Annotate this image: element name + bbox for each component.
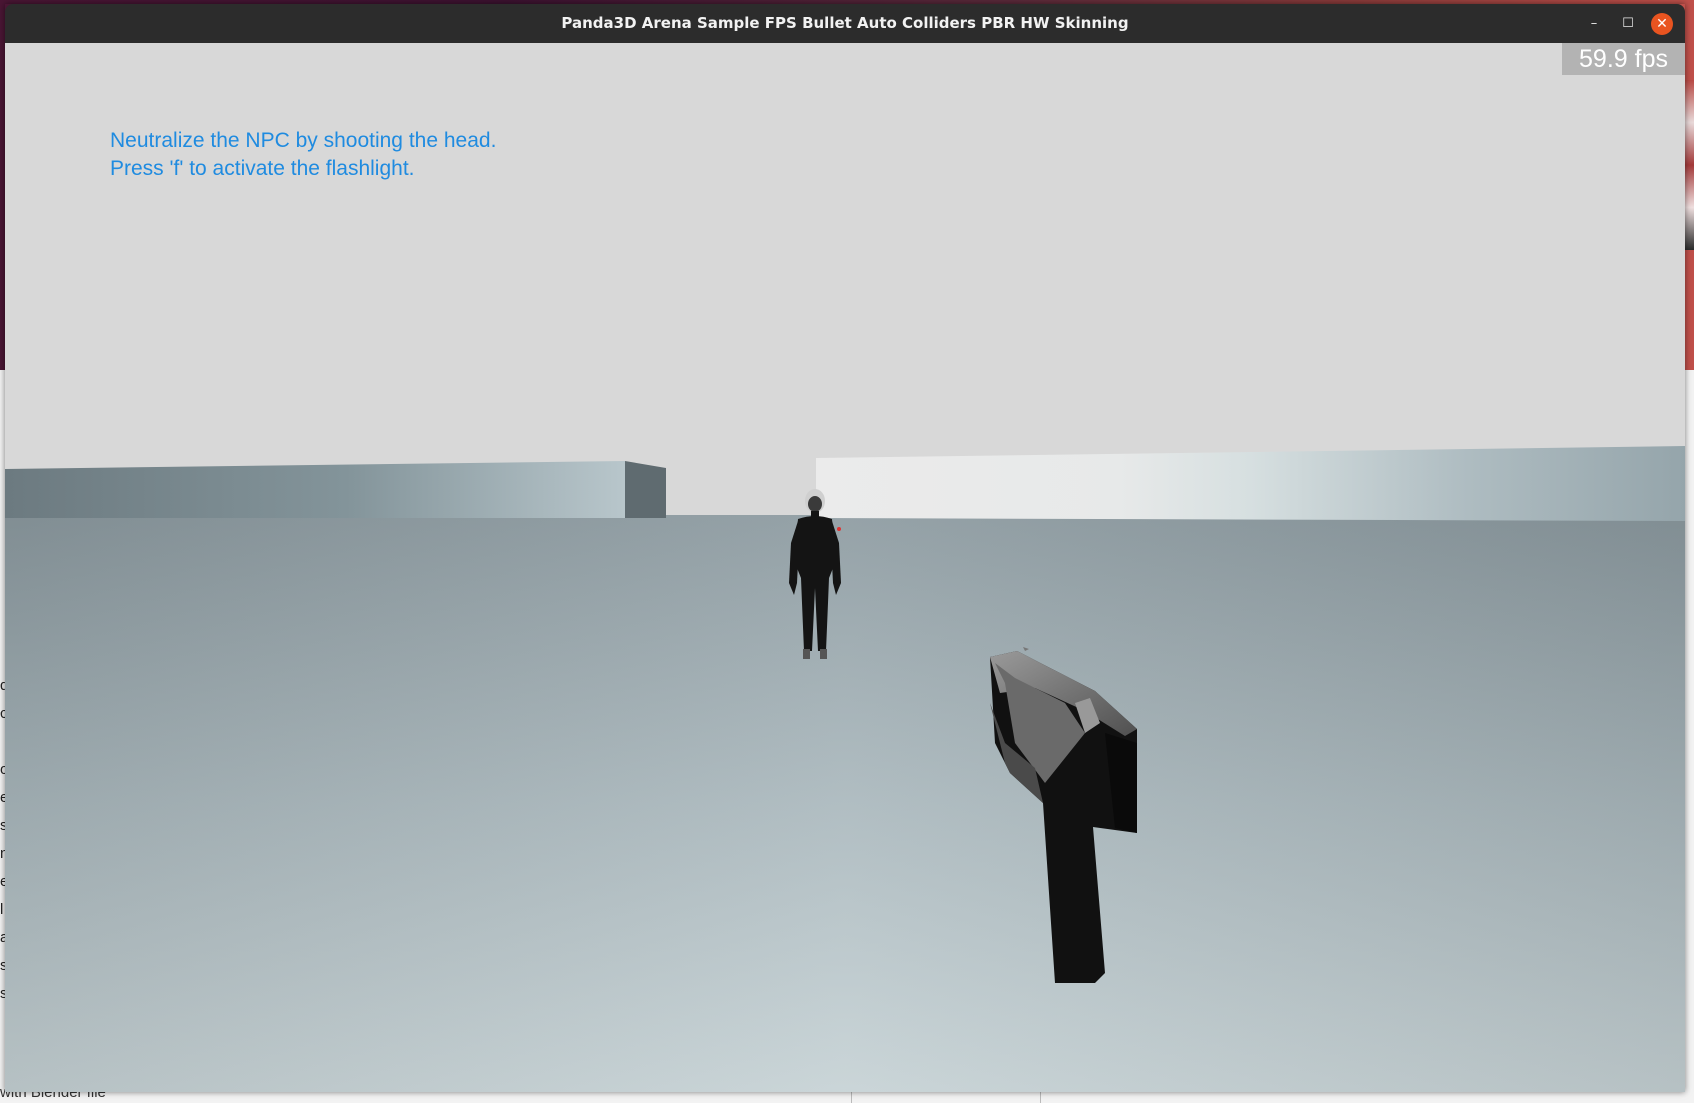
maximize-button[interactable]: ☐	[1617, 13, 1639, 35]
instruction-text-line1: Neutralize the NPC by shooting the head.	[110, 129, 497, 152]
close-button[interactable]: ✕	[1651, 13, 1673, 35]
instruction-text-line2: Press 'f' to activate the flashlight.	[110, 157, 415, 180]
right-wall	[816, 446, 1685, 521]
fps-counter: 59.9 fps	[1562, 43, 1685, 75]
game-scene	[5, 43, 1685, 1092]
background-app-strip	[1684, 80, 1694, 250]
left-wall	[5, 461, 625, 518]
game-viewport[interactable]: Neutralize the NPC by shooting the head.…	[5, 43, 1685, 1092]
window-titlebar[interactable]: Panda3D Arena Sample FPS Bullet Auto Col…	[5, 4, 1685, 43]
game-window: Panda3D Arena Sample FPS Bullet Auto Col…	[5, 4, 1685, 1092]
background-divider	[851, 1092, 852, 1103]
minimize-button[interactable]: –	[1583, 13, 1605, 35]
ground-shading	[5, 515, 1685, 1092]
window-title: Panda3D Arena Sample FPS Bullet Auto Col…	[561, 14, 1129, 32]
background-divider	[1040, 1092, 1041, 1103]
left-wall-end	[625, 461, 666, 518]
